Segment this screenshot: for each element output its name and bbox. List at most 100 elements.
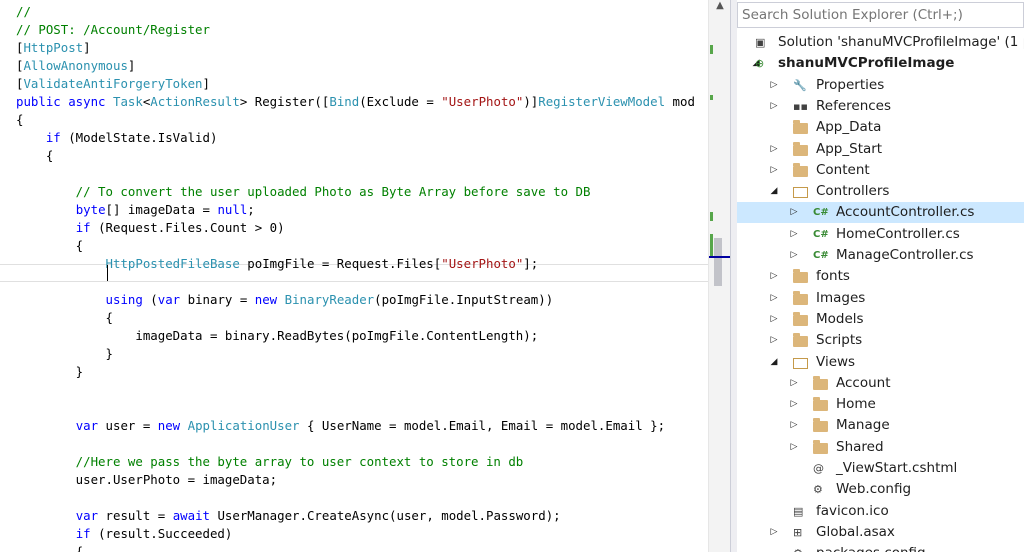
- code-line[interactable]: byte[] imageData = null;: [16, 201, 255, 219]
- expand-arrow-icon[interactable]: ▷: [769, 522, 779, 543]
- code-token: using: [105, 292, 143, 307]
- tree-node[interactable]: ▷ C# HomeController.cs: [737, 224, 1024, 245]
- code-line[interactable]: {: [16, 543, 83, 552]
- search-box[interactable]: [737, 2, 1024, 28]
- code-line[interactable]: {: [16, 237, 83, 255]
- expand-arrow-icon[interactable]: ▷: [789, 437, 799, 458]
- code-token: ActionResult: [150, 94, 240, 109]
- code-token: (poImgFile.InputStream)): [374, 292, 554, 307]
- code-line[interactable]: }: [16, 363, 83, 381]
- code-line[interactable]: {: [16, 309, 113, 327]
- tree-node[interactable]: ◢ Views: [737, 352, 1024, 373]
- tree-node[interactable]: ▷ Scripts: [737, 330, 1024, 351]
- code-line[interactable]: using (var binary = new BinaryReader(poI…: [16, 291, 554, 309]
- expand-arrow-icon[interactable]: ▷: [769, 288, 779, 309]
- tree-node[interactable]: ▷ ⊞ Global.asax: [737, 522, 1024, 543]
- expand-arrow-icon[interactable]: ▷: [769, 75, 779, 96]
- code-token: {: [16, 112, 24, 127]
- panel-splitter[interactable]: [730, 0, 737, 552]
- tree-node[interactable]: ▷ C# ManageController.cs: [737, 245, 1024, 266]
- code-line[interactable]: public async Task<ActionResult> Register…: [16, 93, 695, 111]
- code-line[interactable]: user.UserPhoto = imageData;: [16, 471, 277, 489]
- code-line[interactable]: if (ModelState.IsValid): [16, 129, 218, 147]
- tree-node[interactable]: ⚙ Web.config: [737, 479, 1024, 500]
- expand-arrow-icon[interactable]: ▷: [789, 202, 799, 223]
- code-token: (Exclude =: [359, 94, 442, 109]
- code-line[interactable]: if (Request.Files.Count > 0): [16, 219, 285, 237]
- folder-icon: [813, 397, 828, 412]
- expand-arrow-icon[interactable]: ▷: [789, 394, 799, 415]
- tree-node[interactable]: ▷ Home: [737, 394, 1024, 415]
- code-token: await: [172, 508, 210, 523]
- code-line[interactable]: //: [16, 3, 31, 21]
- scroll-up-icon[interactable]: ▲: [713, 0, 727, 12]
- code-token: {: [16, 148, 54, 163]
- code-line[interactable]: {: [16, 147, 53, 165]
- code-line[interactable]: HttpPostedFileBase poImgFile = Request.F…: [16, 255, 539, 273]
- code-token: public: [16, 94, 69, 109]
- tree-node-label: fonts: [816, 268, 850, 285]
- tree-node-label: shanuMVCProfileImage: [778, 55, 955, 72]
- tree-node[interactable]: ◢ ⊕ shanuMVCProfileImage: [737, 53, 1024, 74]
- code-line[interactable]: {: [16, 111, 23, 129]
- code-line[interactable]: var user = new ApplicationUser { UserNam…: [16, 417, 665, 435]
- expand-arrow-icon[interactable]: ▷: [769, 96, 779, 117]
- expand-arrow-icon[interactable]: ▷: [769, 160, 779, 181]
- code-token: var: [157, 292, 181, 307]
- tree-node[interactable]: ⚙ packages.config: [737, 543, 1024, 552]
- code-token: if: [75, 526, 91, 541]
- expand-arrow-icon[interactable]: ▷: [789, 415, 799, 436]
- tree-node[interactable]: ▣ Solution 'shanuMVCProfileImage' (1 pro: [737, 32, 1024, 53]
- code-token: result =: [98, 508, 173, 523]
- expand-arrow-icon[interactable]: ▷: [769, 266, 779, 287]
- tree-node[interactable]: ▷ fonts: [737, 266, 1024, 287]
- expand-arrow-icon[interactable]: ▷: [769, 330, 779, 351]
- code-token: user.UserPhoto = imageData;: [16, 472, 278, 487]
- code-line[interactable]: imageData = binary.ReadBytes(poImgFile.C…: [16, 327, 538, 345]
- code-line[interactable]: // POST: /Account/Register: [16, 21, 210, 39]
- editor-vertical-scrollbar[interactable]: ▲: [708, 0, 731, 552]
- tree-node[interactable]: @ _ViewStart.cshtml: [737, 458, 1024, 479]
- tree-node[interactable]: ▷ Images: [737, 288, 1024, 309]
- tree-node[interactable]: ▤ favicon.ico: [737, 501, 1024, 522]
- expand-arrow-icon[interactable]: ▷: [789, 224, 799, 245]
- code-line[interactable]: if (result.Succeeded): [16, 525, 233, 543]
- tree-node[interactable]: ▷ App_Start: [737, 139, 1024, 160]
- expand-arrow-icon[interactable]: ▷: [769, 139, 779, 160]
- folder-open-icon: [793, 357, 808, 369]
- scroll-thumb[interactable]: [714, 238, 722, 286]
- tree-node[interactable]: ▷ Shared: [737, 437, 1024, 458]
- tree-node-label: App_Data: [816, 119, 882, 136]
- expand-arrow-icon[interactable]: ▷: [789, 245, 799, 266]
- code-token: ApplicationUser: [187, 418, 300, 433]
- tree-node[interactable]: ▷ C# AccountController.cs: [737, 202, 1024, 224]
- code-editor[interactable]: // // POST: /Account/Register [HttpPost] [A…: [0, 0, 708, 552]
- tree-node[interactable]: ▷ 🔧 Properties: [737, 75, 1024, 96]
- folder-icon: [813, 439, 828, 454]
- expand-arrow-icon[interactable]: ▷: [789, 373, 799, 394]
- tree-node[interactable]: ▷ ▪▪ References: [737, 96, 1024, 117]
- code-line[interactable]: // To convert the user uploaded Photo as…: [16, 183, 591, 201]
- search-input[interactable]: [738, 3, 1024, 27]
- solution-icon: ▣: [755, 36, 766, 49]
- code-line[interactable]: [ValidateAntiForgeryToken]: [16, 75, 210, 93]
- tree-node[interactable]: ▷ Models: [737, 309, 1024, 330]
- code-line[interactable]: //Here we pass the byte array to user co…: [16, 453, 524, 471]
- tree-node[interactable]: App_Data: [737, 117, 1024, 138]
- tree-node[interactable]: ▷ Content: [737, 160, 1024, 181]
- tree-node[interactable]: ▷ Manage: [737, 415, 1024, 436]
- code-line[interactable]: [HttpPost]: [16, 39, 91, 57]
- code-line[interactable]: var result = await UserManager.CreateAsy…: [16, 507, 561, 525]
- expand-arrow-icon[interactable]: ▷: [769, 309, 779, 330]
- references-icon: ▪▪: [793, 99, 808, 113]
- code-token: HttpPost: [23, 40, 84, 55]
- code-line[interactable]: }: [16, 345, 113, 363]
- code-line[interactable]: [AllowAnonymous]: [16, 57, 135, 75]
- tree-node[interactable]: ◢ Controllers: [737, 181, 1024, 202]
- tree-node[interactable]: ▷ Account: [737, 373, 1024, 394]
- code-token: (ModelState.IsValid): [60, 130, 218, 145]
- collapse-arrow-icon[interactable]: ◢: [769, 181, 779, 202]
- code-token: //: [16, 4, 31, 19]
- collapse-arrow-icon[interactable]: ◢: [769, 352, 779, 373]
- tree-node-label: Account: [836, 374, 891, 391]
